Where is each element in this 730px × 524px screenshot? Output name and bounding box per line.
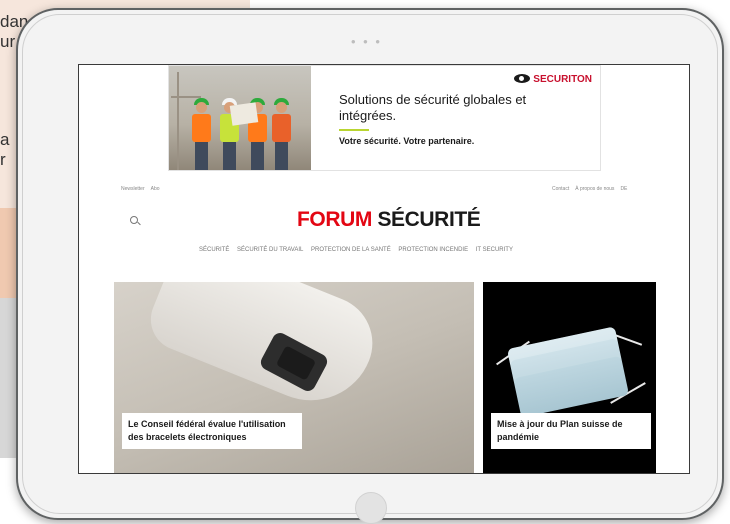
site-logo[interactable]: FORUM SÉCURITÉ [297,208,481,232]
newsletter-link[interactable]: Newsletter [121,186,145,192]
nav-item-it-security[interactable]: IT SECURITY [476,247,513,253]
about-link[interactable]: À propos de nous [575,186,614,192]
background-text-2: ur [0,32,16,51]
eye-icon [514,74,531,83]
side-article-title[interactable]: Mise à jour du Plan suisse de pandémie [491,413,651,449]
logo-securite: SÉCURITÉ [377,208,481,231]
abo-link[interactable]: Abo [151,186,160,192]
top-links-right: Contact À propos de nous DE [552,186,633,192]
tablet-screen: SECURITON Solutions de sécurité globales… [78,64,690,474]
main-nav: SÉCURITÉ SÉCURITÉ DU TRAVAIL PROTECTION … [199,247,519,253]
ad-divider [339,129,369,131]
language-link[interactable]: DE [620,186,627,192]
ad-brand-name: SECURITON [533,74,592,85]
camera-dots-icon: • • • [351,34,382,49]
securiton-logo: SECURITON [514,74,592,85]
nav-item-protection-sante[interactable]: PROTECTION DE LA SANTÉ [311,247,391,253]
scaffold-bar [171,96,201,98]
background-text-4: r [0,150,6,169]
scaffold-pole [177,72,179,170]
arm-image [141,282,387,420]
nav-item-protection-incendie[interactable]: PROTECTION INCENDIE [398,247,468,253]
tablet-frame: • • • SECURITON Solutions de sécurité gl… [16,8,724,524]
search-icon[interactable] [130,216,138,224]
nav-item-securite-travail[interactable]: SÉCURITÉ DU TRAVAIL [237,247,303,253]
feature-article-title[interactable]: Le Conseil fédéral évalue l'utilisation … [122,413,302,449]
worker-figure [191,98,211,170]
ad-banner[interactable]: SECURITON Solutions de sécurité globales… [168,65,601,171]
background-text-3: a [0,130,10,149]
feature-article-card[interactable]: Le Conseil fédéral évalue l'utilisation … [114,282,474,473]
logo-forum: FORUM [297,208,372,231]
nav-item-securite[interactable]: SÉCURITÉ [199,247,229,253]
contact-link[interactable]: Contact [552,186,569,192]
top-links-left: Newsletter Abo [121,186,166,192]
side-article-card[interactable]: Mise à jour du Plan suisse de pandémie [483,282,656,473]
worker-figure [271,98,291,170]
ad-photo-workers [169,66,311,170]
ad-tagline: Votre sécurité. Votre partenaire. [339,136,475,146]
home-button[interactable] [355,492,387,524]
blueprint-sheet [229,102,259,126]
ad-headline: Solutions de sécurité globales et intégr… [339,92,527,123]
